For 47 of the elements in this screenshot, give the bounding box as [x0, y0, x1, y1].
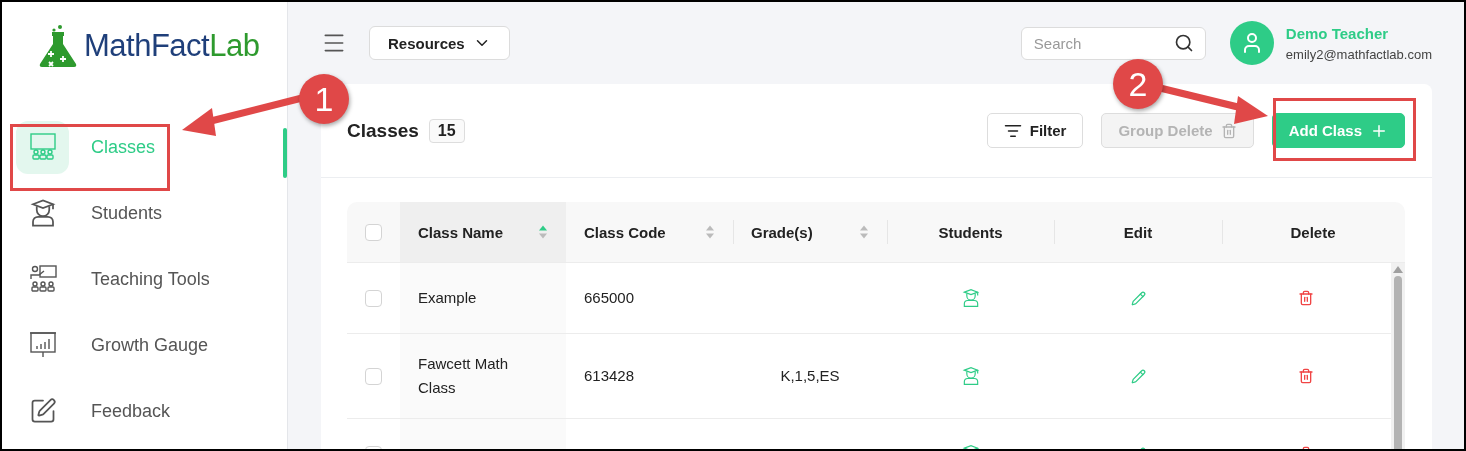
filter-button[interactable]: Filter [986, 113, 1084, 148]
delete-button[interactable] [1298, 368, 1314, 384]
column-header[interactable]: Delete [1290, 223, 1336, 241]
nav-item-label[interactable]: Teaching Tools [91, 268, 210, 290]
student-icon-button[interactable] [960, 288, 981, 308]
nav-icon-tile[interactable] [16, 120, 69, 174]
student-icon-button[interactable] [960, 366, 981, 386]
class-code: 613428 [584, 366, 635, 386]
class-name: Example [418, 288, 477, 308]
column-header[interactable]: Class Name [418, 223, 504, 241]
delete-button[interactable] [1298, 290, 1314, 306]
chart-board-icon [27, 330, 58, 360]
logo-text: MathFactLab [84, 28, 260, 64]
student-icon [960, 288, 981, 308]
nav-item-label[interactable]: Students [91, 202, 163, 224]
panel-title: Classes [347, 119, 419, 142]
edit-button[interactable] [1130, 368, 1146, 384]
checkbox[interactable] [365, 289, 382, 307]
avatar[interactable] [1229, 21, 1274, 65]
column-header[interactable]: Grade(s) [751, 223, 813, 241]
active-indicator [283, 128, 287, 178]
column-header[interactable]: Students [938, 223, 1003, 241]
checkbox[interactable] [365, 367, 382, 385]
flask-logo-icon [38, 24, 78, 68]
user-email: emily2@mathfactlab.com [1285, 46, 1432, 62]
class-code: 665000 [584, 288, 635, 308]
column-header[interactable]: Class Code [584, 223, 666, 241]
grades: K,1,5,ES [780, 366, 840, 386]
class-name: Fawcett Math Class [418, 354, 510, 398]
step-number-callout: 1 [299, 74, 349, 124]
checkbox[interactable] [365, 223, 382, 241]
search-field[interactable]: Search [1020, 26, 1206, 60]
teacher-board-icon [27, 264, 58, 294]
sort-icon[interactable] [705, 224, 715, 240]
trash-icon [1220, 122, 1237, 139]
sort-icon[interactable] [859, 224, 869, 240]
classroom-icon [27, 132, 58, 162]
column-header[interactable]: Edit [1123, 223, 1153, 241]
student-icon [960, 366, 981, 386]
resources-dropdown[interactable]: Resources [369, 26, 510, 60]
sort-icon[interactable] [538, 224, 548, 240]
nav-item-label[interactable]: Growth Gauge [91, 334, 209, 356]
nav-item-label[interactable]: Feedback [91, 400, 171, 422]
count-badge: 15 [428, 118, 465, 143]
search-icon[interactable] [1173, 32, 1194, 53]
user-name: Demo Teacher [1285, 24, 1390, 42]
edit-button[interactable] [1130, 290, 1146, 306]
